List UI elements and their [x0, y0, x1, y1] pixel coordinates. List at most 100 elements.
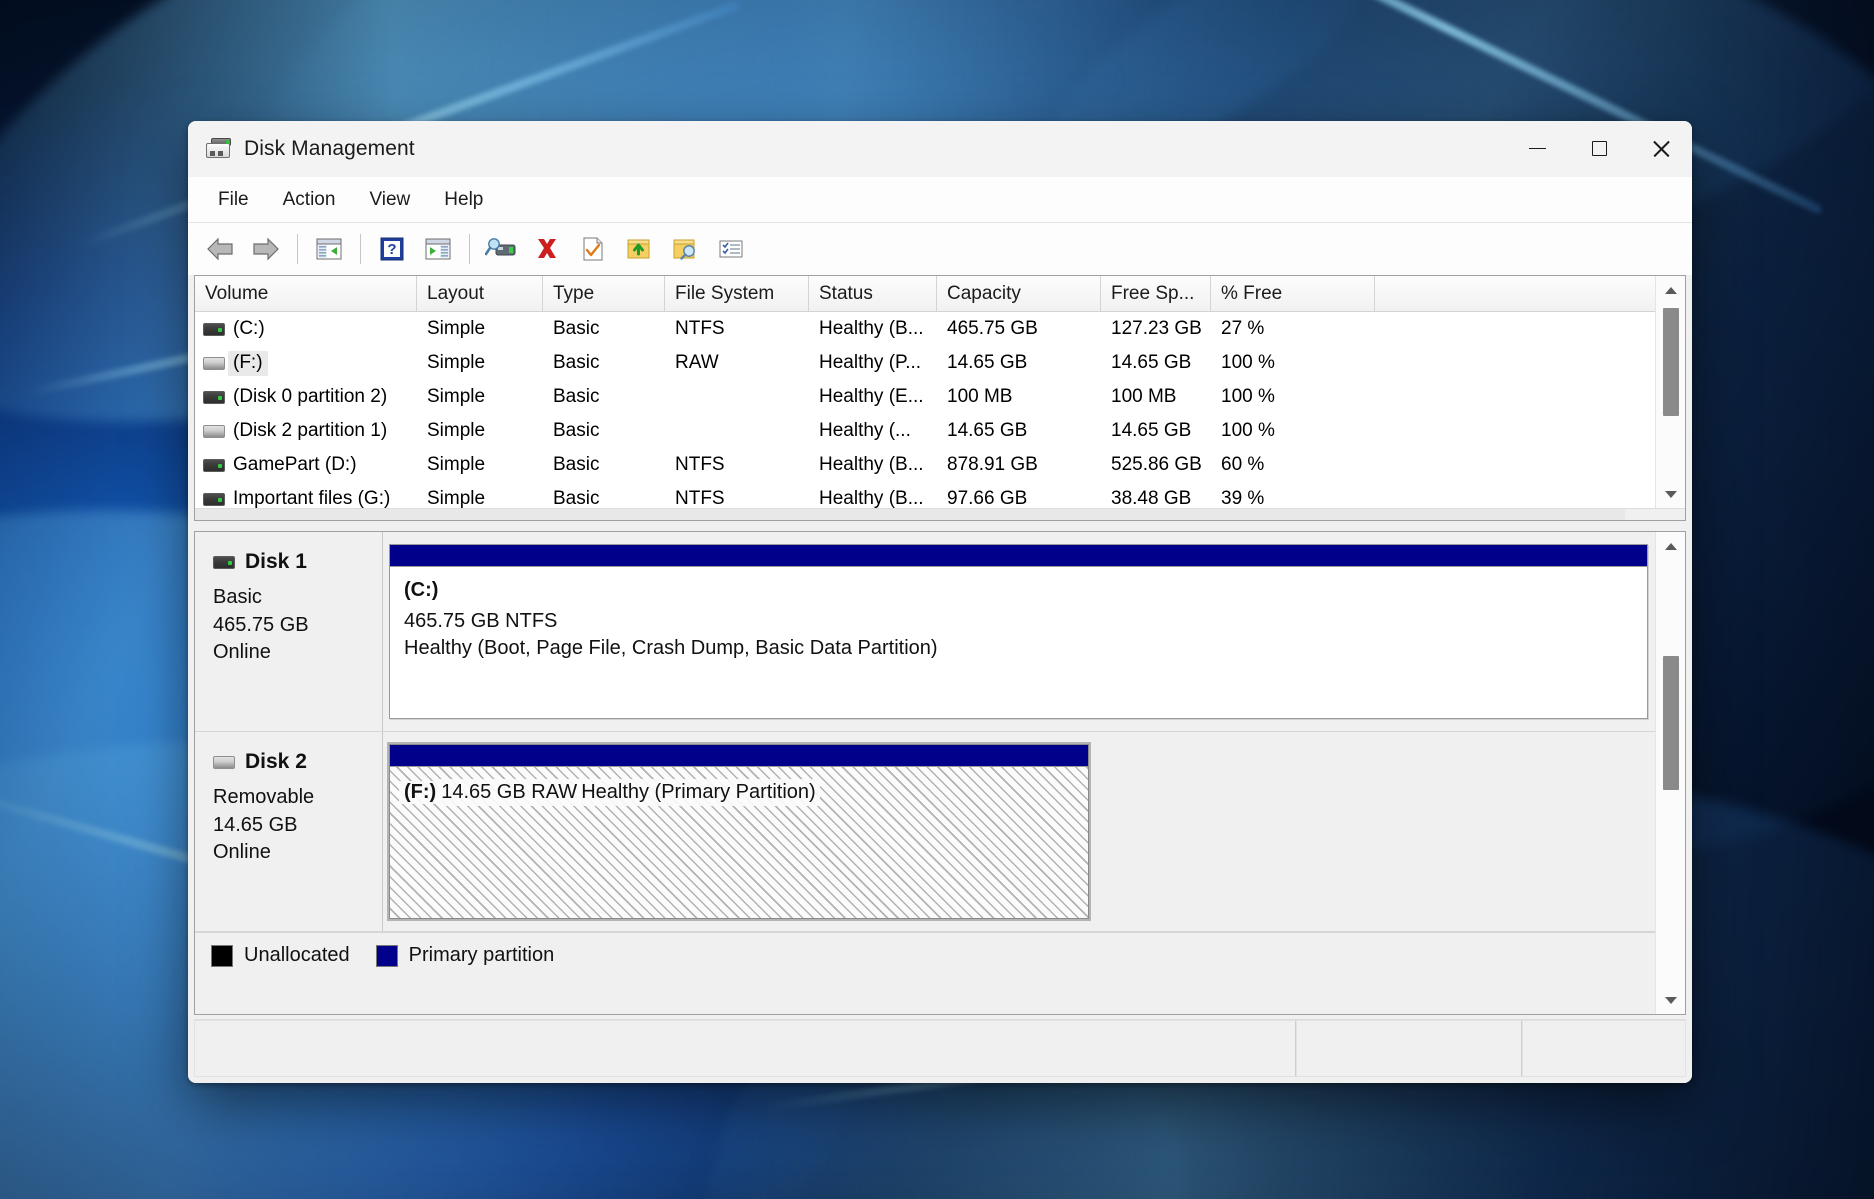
maximize-icon	[1591, 141, 1607, 156]
close-button[interactable]	[1630, 121, 1692, 176]
volume-list-scrollbar[interactable]	[1655, 276, 1685, 508]
menu-item-view[interactable]: View	[353, 183, 426, 217]
status-bar-message	[194, 1020, 1296, 1077]
folder-search-icon	[673, 239, 695, 260]
rescan-disks-button[interactable]	[479, 228, 523, 270]
column-header-layout[interactable]: Layout	[417, 276, 543, 312]
scroll-up-button[interactable]	[1656, 532, 1685, 560]
scrollbar-track[interactable]	[1656, 560, 1685, 986]
legend-swatch-unallocated	[211, 944, 233, 967]
window-controls	[1506, 121, 1692, 176]
status-cell: Healthy (...	[819, 420, 911, 441]
file-system-cell: NTFS	[675, 454, 725, 475]
back-button[interactable]	[198, 228, 242, 270]
partition-color-bar	[390, 745, 1088, 767]
status-cell: Healthy (E...	[819, 386, 924, 407]
pane-splitter[interactable]	[194, 521, 1686, 531]
column-header-filler	[1375, 276, 1655, 312]
show-hide-console-tree-button[interactable]	[307, 228, 351, 270]
menu-item-action[interactable]: Action	[267, 183, 352, 217]
column-header-type[interactable]: Type	[543, 276, 665, 312]
delete-button[interactable]	[525, 228, 569, 270]
disk-management-window: Disk Management File Action View Help ? …	[188, 121, 1692, 1083]
volume-name: GamePart (D:)	[233, 454, 357, 475]
disk-name: Disk 1	[245, 550, 307, 573]
status-bar-pane-2	[1296, 1020, 1522, 1077]
title-bar-left: Disk Management	[188, 137, 415, 161]
free-space-cell: 100 MB	[1111, 386, 1177, 407]
horizontal-scrollbar-thumb[interactable]	[195, 509, 1626, 520]
disk-title: Disk 1	[213, 550, 382, 574]
table-row[interactable]: (F:) Simple Basic RAW Healthy (P... 14.65 GB 1…	[195, 346, 1655, 380]
menu-item-file[interactable]: File	[202, 183, 265, 217]
free-space-cell: 525.86 GB	[1111, 454, 1202, 475]
column-header-file-system[interactable]: File System	[665, 276, 809, 312]
table-row[interactable]: (Disk 2 partition 1) Simple Basic Healthy (…	[195, 414, 1655, 448]
partition-text: (F:) 14.65 GB RAW Healthy (Primary Partiti…	[390, 767, 1088, 810]
volume-list-horizontal-scrollbar[interactable]	[195, 508, 1685, 520]
scroll-up-button[interactable]	[1656, 276, 1685, 304]
disk-info-panel[interactable]: Disk 1 Basic 465.75 GB Online	[195, 532, 383, 731]
volume-cell: (F:)	[195, 350, 417, 376]
console-tree-icon	[316, 238, 342, 260]
volume-name: (C:)	[233, 318, 265, 339]
partition-block[interactable]: (C:) 465.75 GB NTFS Healthy (Boot, Page Fi…	[389, 544, 1649, 719]
partition-block[interactable]: (F:) 14.65 GB RAW Healthy (Primary Partiti…	[387, 742, 1091, 921]
export-list-button[interactable]	[617, 228, 661, 270]
drive-icon	[203, 492, 225, 506]
volume-name: (F:)	[228, 350, 268, 376]
disk-row: Disk 2 Removable 14.65 GB Online (F:) 14.65 G…	[195, 732, 1655, 932]
maximize-button[interactable]	[1568, 121, 1630, 176]
show-action-pane-button[interactable]	[416, 228, 460, 270]
legend-item-primary-partition: Primary partition	[375, 944, 554, 967]
status-cell: Healthy (B...	[819, 488, 924, 508]
status-bar	[194, 1019, 1686, 1077]
table-row[interactable]: GamePart (D:) Simple Basic NTFS Healthy (B..…	[195, 448, 1655, 482]
scroll-down-button[interactable]	[1656, 480, 1685, 508]
drive-icon-gray	[203, 424, 225, 438]
list-view-button[interactable]	[709, 228, 753, 270]
column-header-volume[interactable]: Volume	[195, 276, 417, 312]
graphical-view-scrollbar[interactable]	[1655, 532, 1685, 1014]
percent-free-cell: 60 %	[1221, 454, 1265, 475]
minimize-button[interactable]	[1506, 121, 1568, 176]
properties-button[interactable]	[571, 228, 615, 270]
column-header-capacity[interactable]: Capacity	[937, 276, 1101, 312]
file-system-cell: RAW	[675, 352, 719, 373]
help-button[interactable]: ?	[370, 228, 414, 270]
chevron-down-icon	[1664, 490, 1677, 498]
disk-kind: Removable	[213, 786, 315, 808]
menu-item-help[interactable]: Help	[428, 183, 499, 217]
legend-swatch-primary-partition	[375, 944, 398, 967]
table-row[interactable]: (Disk 0 partition 2) Simple Basic Healthy (…	[195, 380, 1655, 414]
graphical-view-pane: Disk 1 Basic 465.75 GB Online (C:) 465.75 GB …	[194, 531, 1686, 1015]
scroll-down-button[interactable]	[1656, 986, 1685, 1014]
chevron-up-icon	[1664, 286, 1677, 294]
column-header-free-space[interactable]: Free Sp...	[1101, 276, 1211, 312]
forward-button[interactable]	[244, 228, 288, 270]
scrollbar-track[interactable]	[1656, 304, 1685, 480]
volume-name: (Disk 2 partition 1)	[233, 420, 388, 441]
volume-list-pane: Volume Layout Type File System Status Ca…	[194, 275, 1686, 521]
column-header-percent-free[interactable]: % Free	[1211, 276, 1375, 312]
drive-icon	[203, 390, 225, 404]
disk-kind: Basic	[213, 586, 262, 608]
legend: Unallocated Primary partition	[195, 932, 1655, 978]
volume-cell: (C:)	[195, 318, 417, 340]
column-header-status[interactable]: Status	[809, 276, 937, 312]
type-cell: Basic	[553, 352, 600, 373]
scrollbar-thumb[interactable]	[1663, 656, 1679, 790]
title-bar[interactable]: Disk Management	[188, 121, 1692, 177]
table-row[interactable]: Important files (G:) Simple Basic NTFS Healt…	[195, 482, 1655, 508]
volume-cell: (Disk 2 partition 1)	[195, 420, 417, 442]
free-space-cell: 127.23 GB	[1111, 318, 1202, 339]
table-row[interactable]: (C:) Simple Basic NTFS Healthy (B... 465.75 G…	[195, 312, 1655, 346]
disk-info-panel[interactable]: Disk 2 Removable 14.65 GB Online	[195, 732, 383, 931]
close-icon	[1652, 140, 1670, 158]
delete-x-icon	[538, 239, 556, 258]
scrollbar-thumb[interactable]	[1663, 308, 1679, 416]
help-icon: ?	[380, 237, 404, 261]
type-cell: Basic	[553, 488, 600, 508]
partition-size-filesystem: 465.75 GB NTFS	[404, 610, 558, 632]
find-button[interactable]	[663, 228, 707, 270]
